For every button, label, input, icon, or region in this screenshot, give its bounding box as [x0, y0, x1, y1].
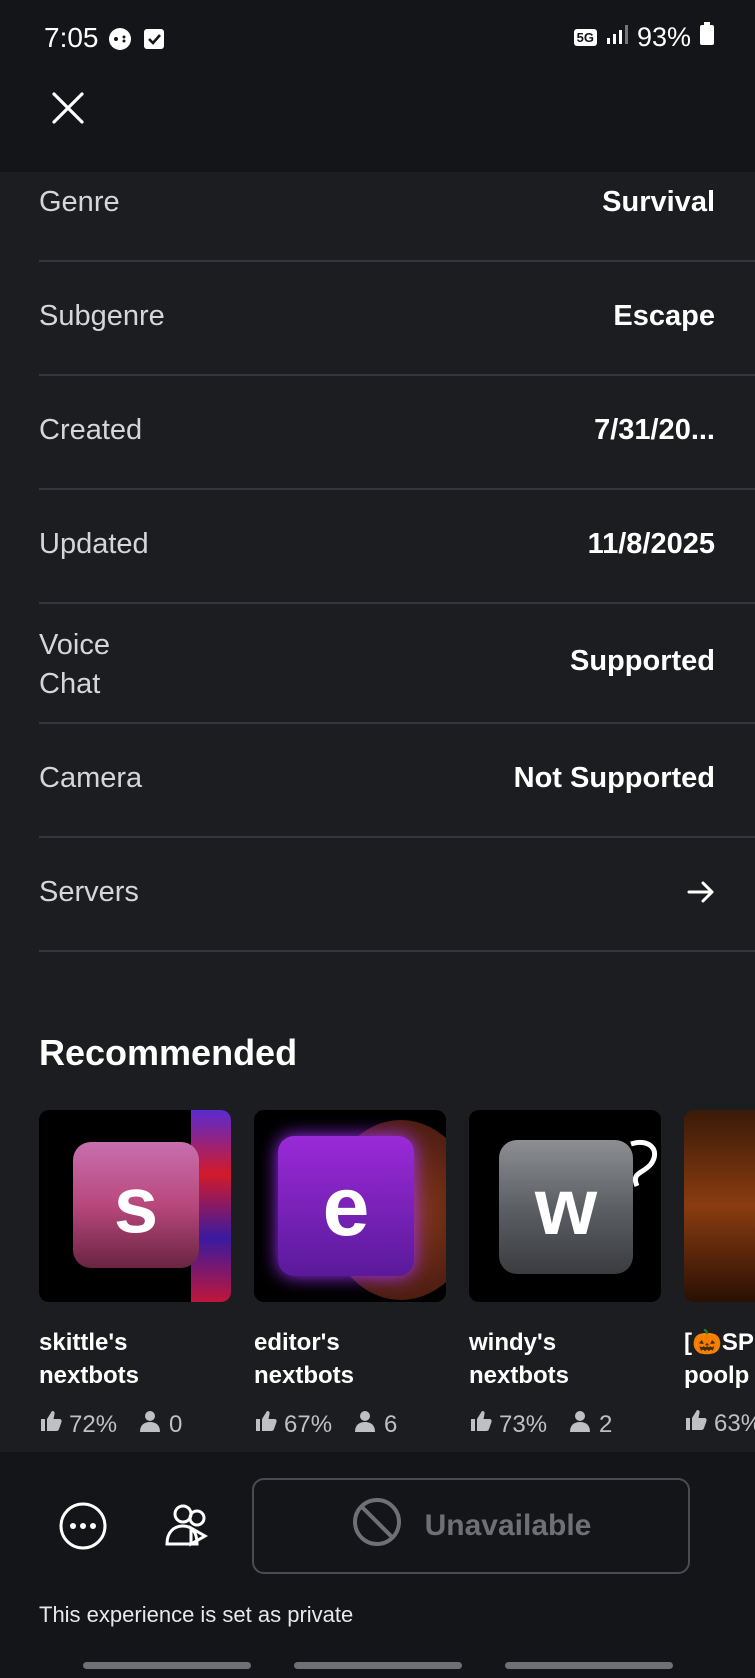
game-rating: 63% [714, 1409, 755, 1437]
unavailable-label: Unavailable [424, 1509, 592, 1542]
thumbs-up-icon [254, 1409, 278, 1440]
players-icon [137, 1408, 163, 1441]
game-card[interactable]: e editor's nextbots 67% 6 [254, 1110, 446, 1438]
battery-icon [699, 22, 715, 53]
game-name: editor's nextbots [254, 1329, 355, 1389]
detail-label: Voice Chat [39, 629, 110, 700]
servers-link[interactable]: Servers [39, 838, 755, 952]
detail-row-updated: Updated 11/8/2025 [39, 490, 755, 604]
checkbox-icon [141, 26, 167, 52]
detail-value: Supported [570, 645, 715, 677]
detail-label: Servers [39, 876, 139, 908]
top-bar [0, 86, 755, 172]
game-thumbnail [684, 1110, 755, 1302]
game-stats: 72% 0 [39, 1408, 182, 1441]
arrow-right-icon [685, 876, 717, 913]
recommended-title: Recommended [39, 1032, 298, 1073]
status-right: 5G 93% [573, 22, 715, 53]
game-thumbnail: w [469, 1110, 661, 1302]
detail-label: Updated [39, 528, 149, 560]
game-name: [🎃SP poolp [684, 1329, 754, 1389]
detail-row-genre: Genre Survival [39, 172, 755, 262]
detail-label: Camera [39, 762, 143, 794]
status-bar: 7:05 5G 93% [0, 0, 755, 86]
party-icon[interactable] [161, 1498, 217, 1554]
detail-value: Not Supported [513, 762, 715, 794]
game-letter: w [534, 1162, 598, 1251]
thumbs-up-icon [469, 1409, 493, 1440]
more-options-icon[interactable] [55, 1498, 111, 1554]
bottom-action-bar: Unavailable This experience is set as pr… [0, 1452, 755, 1678]
game-card[interactable]: w windy's nextbots 73% 2 [469, 1110, 661, 1438]
thumbs-up-icon [39, 1409, 63, 1440]
game-thumbnail: s [39, 1110, 231, 1302]
game-stats: 73% 2 [469, 1408, 612, 1441]
network-5g-icon: 5G [573, 29, 597, 46]
detail-label: Created [39, 414, 143, 446]
game-letter: e [322, 1159, 370, 1253]
private-note: This experience is set as private [39, 1602, 354, 1627]
game-stats: 63% [684, 1408, 755, 1439]
game-stats: 67% 6 [254, 1408, 397, 1441]
game-players: 0 [169, 1410, 183, 1438]
nav-handle [294, 1662, 462, 1669]
detail-row-subgenre: Subgenre Escape [39, 262, 755, 376]
game-name: skittle's nextbots [39, 1329, 140, 1389]
signal-icon [605, 22, 629, 53]
detail-label: Genre [39, 186, 120, 218]
detail-value: Survival [602, 186, 715, 218]
players-icon [352, 1408, 378, 1441]
detail-value: Escape [613, 300, 715, 332]
thumbs-up-icon [684, 1408, 708, 1439]
nav-handle [83, 1662, 251, 1669]
game-rating: 67% [284, 1410, 333, 1438]
game-letter: s [113, 1160, 159, 1249]
detail-row-voice-chat: Voice Chat Supported [39, 604, 755, 724]
unavailable-button: Unavailable [252, 1478, 690, 1574]
battery-percent: 93% [636, 22, 691, 52]
detail-value: 11/8/2025 [587, 528, 715, 560]
game-rating: 73% [499, 1410, 548, 1438]
status-time: 7:05 [44, 22, 99, 53]
game-players: 6 [384, 1410, 398, 1438]
players-icon [567, 1408, 593, 1441]
detail-value: 7/31/20... [594, 414, 715, 446]
detail-row-camera: Camera Not Supported [39, 724, 755, 838]
blocked-icon [351, 1496, 403, 1556]
game-rating: 72% [69, 1410, 118, 1438]
game-controller-icon [107, 26, 133, 52]
game-name: windy's nextbots [469, 1329, 570, 1389]
detail-label: Subgenre [39, 300, 165, 332]
close-icon[interactable] [46, 86, 90, 130]
game-players: 2 [599, 1410, 613, 1438]
detail-row-created: Created 7/31/20... [39, 376, 755, 490]
game-card[interactable]: s skittle's nextbots 72% 0 [39, 1110, 231, 1438]
game-thumbnail: e [254, 1110, 446, 1302]
game-card[interactable]: [🎃SP poolp 63% [684, 1110, 755, 1450]
nav-handle [505, 1662, 673, 1669]
